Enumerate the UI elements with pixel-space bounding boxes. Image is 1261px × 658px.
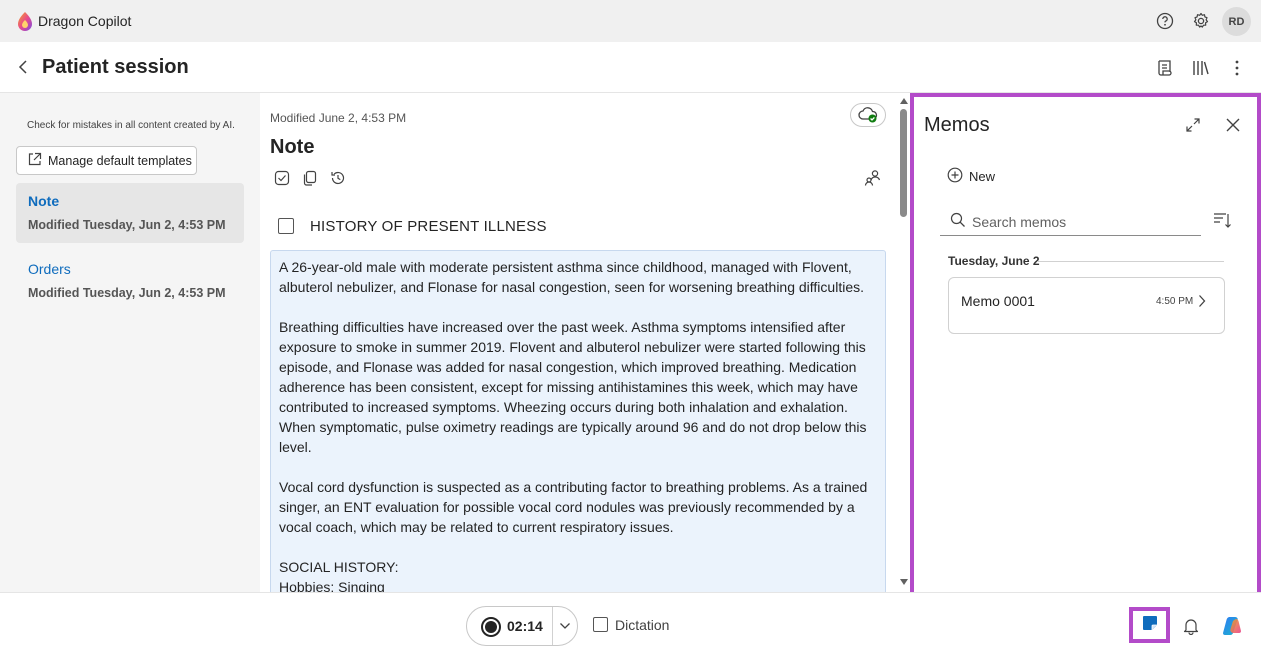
memos-toggle-button[interactable]	[1129, 607, 1170, 643]
manage-default-templates-label: Manage default templates	[48, 153, 192, 168]
note-modified-time: Modified June 2, 4:53 PM	[270, 111, 407, 125]
open-external-icon	[27, 152, 42, 170]
note-title: Note	[270, 136, 315, 158]
manage-default-templates-button[interactable]: Manage default templates	[16, 146, 197, 175]
memo-search-input[interactable]: Search memos	[940, 208, 1201, 236]
recording-timer: 02:14	[507, 618, 543, 634]
history-icon[interactable]	[329, 169, 347, 187]
back-button[interactable]	[12, 56, 34, 78]
app-name: Dragon Copilot	[38, 13, 132, 29]
note-scrollbar[interactable]	[898, 95, 910, 592]
memo-list-item[interactable]: Memo 0001 4:50 PM	[948, 277, 1225, 334]
record-button[interactable]	[481, 617, 501, 637]
help-icon[interactable]	[1154, 10, 1176, 32]
new-memo-button[interactable]: New	[947, 167, 995, 186]
section-checkbox[interactable]	[278, 218, 294, 234]
more-options-icon[interactable]	[1225, 56, 1249, 80]
dictation-checkbox[interactable]	[593, 617, 608, 632]
bottom-bar: 02:14 Dictation	[0, 592, 1261, 658]
sidebar-item-label: Orders	[28, 261, 71, 277]
recording-control: 02:14	[466, 606, 578, 646]
user-avatar[interactable]: RD	[1222, 7, 1251, 36]
new-memo-label: New	[969, 169, 996, 184]
sidebar-item-note[interactable]: Note Modified Tuesday, Jun 2, 4:53 PM	[16, 183, 244, 243]
memos-title: Memos	[924, 114, 990, 136]
memo-name: Memo 0001	[961, 293, 1035, 309]
scroll-up-arrow-icon[interactable]	[899, 97, 909, 105]
dragon-copilot-logo-icon	[16, 11, 34, 31]
note-paragraph: Vocal cord dysfunction is suspected as a…	[279, 479, 868, 535]
sidebar-item-modified: Modified Tuesday, Jun 2, 4:53 PM	[28, 218, 226, 232]
scroll-thumb[interactable]	[900, 109, 907, 217]
note-paragraph: Breathing difficulties have increased ov…	[279, 319, 867, 455]
chevron-right-icon	[1195, 293, 1209, 309]
memo-time: 4:50 PM	[1156, 296, 1194, 307]
sidebar: Check for mistakes in all content create…	[0, 93, 260, 592]
sort-icon[interactable]	[1211, 209, 1233, 231]
note-paragraph: A 26-year-old male with moderate persist…	[279, 259, 864, 295]
settings-icon[interactable]	[1190, 10, 1212, 32]
memo-date-header: Tuesday, June 2	[948, 254, 1040, 268]
sidebar-item-orders[interactable]: Orders Modified Tuesday, Jun 2, 4:53 PM	[16, 251, 244, 311]
section-title: HISTORY OF PRESENT ILLNESS	[310, 218, 547, 235]
scroll-down-arrow-icon[interactable]	[899, 578, 909, 586]
share-people-icon[interactable]	[864, 169, 882, 187]
copilot-icon[interactable]	[1221, 615, 1243, 637]
memos-panel: Memos New Search memos Tuesday, June 2 M…	[910, 93, 1261, 599]
search-placeholder: Search memos	[972, 213, 1067, 230]
dictation-label: Dictation	[615, 617, 670, 633]
checklist-icon[interactable]	[273, 169, 291, 187]
page-title: Patient session	[42, 56, 189, 78]
template-icon[interactable]	[1152, 56, 1176, 80]
notifications-bell-icon[interactable]	[1180, 615, 1202, 637]
note-editor: Modified June 2, 4:53 PM Note HISTORY OF…	[260, 93, 910, 592]
title-bar: Dragon Copilot RD	[0, 0, 1261, 42]
record-dot-icon	[485, 621, 497, 633]
memo-note-icon	[1141, 614, 1159, 637]
expand-icon[interactable]	[1182, 114, 1204, 136]
page-header: Patient session	[0, 42, 1261, 93]
note-text-area[interactable]: A 26-year-old male with moderate persist…	[270, 250, 886, 592]
copy-icon[interactable]	[301, 169, 319, 187]
recording-options-chevron-icon[interactable]	[557, 618, 573, 634]
search-icon	[950, 212, 966, 231]
recording-divider	[552, 607, 553, 645]
date-divider	[1037, 261, 1224, 262]
cloud-sync-status-icon[interactable]	[850, 103, 886, 127]
note-paragraph: Hobbies: Singing	[279, 579, 385, 592]
sidebar-item-label: Note	[28, 193, 60, 209]
ai-disclaimer: Check for mistakes in all content create…	[27, 120, 235, 131]
library-icon[interactable]	[1189, 56, 1213, 80]
close-icon[interactable]	[1222, 114, 1244, 136]
add-circle-icon	[947, 167, 963, 186]
note-paragraph: SOCIAL HISTORY:	[279, 559, 399, 575]
sidebar-item-modified: Modified Tuesday, Jun 2, 4:53 PM	[28, 286, 226, 300]
